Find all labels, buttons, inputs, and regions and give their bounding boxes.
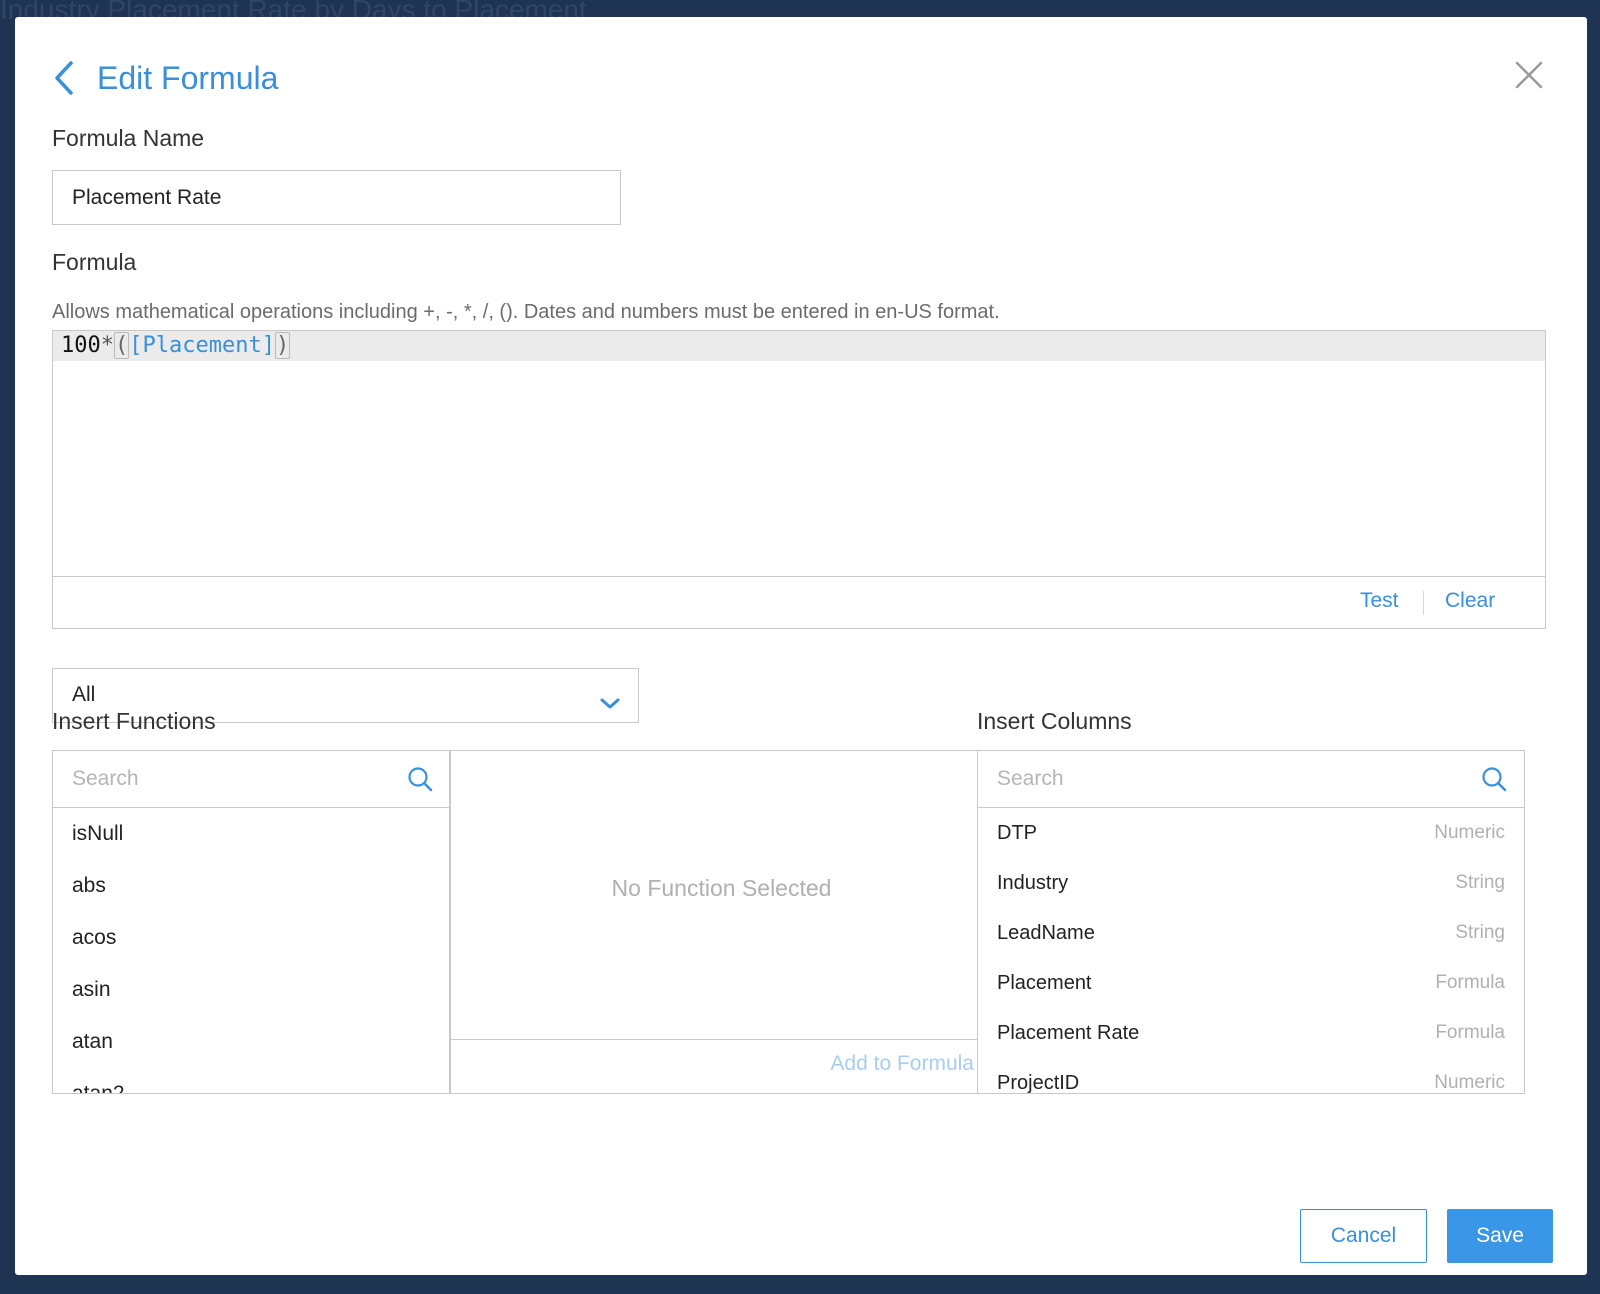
column-item[interactable]: DTP Numeric [978, 808, 1524, 858]
formula-close-paren-token: ) [274, 332, 291, 359]
column-name: DTP [997, 822, 1037, 844]
column-name: Placement [997, 972, 1092, 994]
column-name: LeadName [997, 922, 1095, 944]
column-type: String [1455, 872, 1505, 893]
column-type: Formula [1435, 1022, 1505, 1043]
column-item[interactable]: Placement Formula [978, 958, 1524, 1008]
functions-list: isNull abs acos asin atan atan2 [53, 808, 450, 1093]
functions-search-input[interactable] [53, 751, 450, 807]
formula-editor-line[interactable]: 100*([Placement]) [53, 331, 1545, 361]
column-type: String [1455, 922, 1505, 943]
column-item[interactable]: Placement Rate Formula [978, 1008, 1524, 1058]
column-name: Placement Rate [997, 1022, 1140, 1044]
formula-name-label: Formula Name [52, 125, 205, 151]
insert-functions-label: Insert Functions [52, 708, 216, 734]
column-item[interactable]: Industry String [978, 858, 1524, 908]
function-item[interactable]: acos [53, 912, 450, 964]
chevron-left-icon[interactable] [53, 58, 85, 98]
add-to-formula-button[interactable]: Add to Formula [830, 1052, 974, 1076]
edit-formula-dialog: Edit Formula Formula Name Formula Allows… [15, 17, 1587, 1275]
function-detail-panel: No Function Selected Add to Formula [449, 750, 994, 1094]
function-item[interactable]: isNull [53, 808, 450, 860]
test-button[interactable]: Test [1360, 589, 1399, 613]
column-name: Industry [997, 872, 1069, 894]
formula-editor-footer: Test Clear [53, 576, 1545, 628]
column-type: Formula [1435, 972, 1505, 993]
formula-editor[interactable]: 100*([Placement]) Test Clear [52, 330, 1546, 629]
footer-divider [1423, 591, 1424, 615]
formula-open-paren-token: ( [114, 332, 130, 359]
function-item[interactable]: asin [53, 964, 450, 1016]
chevron-down-icon [598, 683, 622, 709]
functions-search-row [53, 751, 450, 808]
formula-label: Formula [52, 249, 137, 275]
formula-operator-token: * [100, 333, 114, 358]
dialog-header: Edit Formula [53, 53, 278, 103]
column-item[interactable]: LeadName String [978, 908, 1524, 958]
function-item[interactable]: atan2 [53, 1068, 450, 1093]
column-type: Numeric [1434, 822, 1505, 843]
insert-columns-label: Insert Columns [977, 708, 1132, 734]
column-type: Numeric [1434, 1072, 1505, 1093]
functions-panel: isNull abs acos asin atan atan2 [52, 750, 451, 1094]
dialog-title: Edit Formula [97, 59, 279, 96]
columns-search-input[interactable] [978, 751, 1524, 807]
column-name: ProjectID [997, 1072, 1080, 1093]
save-button[interactable]: Save [1447, 1209, 1553, 1263]
function-item[interactable]: abs [53, 860, 450, 912]
search-icon[interactable] [1480, 765, 1508, 793]
columns-list: DTP Numeric Industry String LeadName Str… [978, 808, 1524, 1093]
formula-column-token: [Placement] [129, 333, 275, 358]
cancel-button[interactable]: Cancel [1300, 1209, 1427, 1263]
formula-name-input[interactable] [52, 170, 621, 225]
close-icon[interactable] [1509, 55, 1549, 95]
formula-help-text: Allows mathematical operations including… [52, 301, 1000, 323]
no-function-selected-text: No Function Selected [611, 875, 832, 901]
columns-panel: DTP Numeric Industry String LeadName Str… [977, 750, 1525, 1094]
column-item[interactable]: ProjectID Numeric [978, 1058, 1524, 1093]
function-category-value: All [72, 683, 96, 706]
clear-button[interactable]: Clear [1445, 589, 1495, 613]
columns-search-row [978, 751, 1524, 808]
formula-number-token: 100 [61, 333, 101, 358]
search-icon[interactable] [406, 765, 434, 793]
function-item[interactable]: atan [53, 1016, 450, 1068]
function-detail-footer: Add to Formula [450, 1039, 993, 1093]
